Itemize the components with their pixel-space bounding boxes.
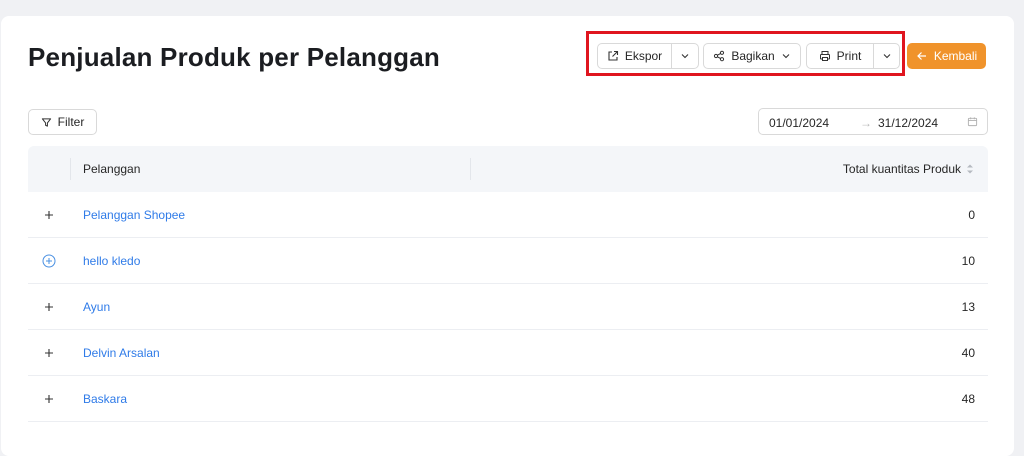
filter-button[interactable]: Filter <box>28 109 97 135</box>
highlight-annotation <box>586 31 905 76</box>
plus-icon[interactable] <box>42 392 56 406</box>
column-header-customer[interactable]: Pelanggan <box>83 162 140 176</box>
page-title: Penjualan Produk per Pelanggan <box>28 42 440 72</box>
customer-link[interactable]: hello kledo <box>83 254 140 268</box>
plus-icon[interactable] <box>42 300 56 314</box>
date-end-input[interactable]: 31/12/2024 <box>878 116 938 130</box>
table-row: Baskara 48 <box>28 376 988 422</box>
calendar-icon <box>967 116 978 130</box>
column-divider <box>470 158 471 180</box>
funnel-icon <box>41 117 52 128</box>
customer-link[interactable]: Pelanggan Shopee <box>83 208 185 222</box>
column-header-quantity[interactable]: Total kuantitas Produk <box>843 162 961 176</box>
table-row: Ayun 13 <box>28 284 988 330</box>
date-start-input[interactable]: 01/01/2024 <box>769 116 829 130</box>
date-range-picker[interactable]: 01/01/2024 → 31/12/2024 <box>758 108 988 135</box>
customer-link[interactable]: Ayun <box>83 300 110 314</box>
quantity-value: 40 <box>961 346 975 360</box>
back-button[interactable]: Kembali <box>907 43 986 69</box>
customer-link[interactable]: Delvin Arsalan <box>83 346 160 360</box>
quantity-value: 48 <box>961 392 975 406</box>
sort-icon[interactable] <box>966 162 974 180</box>
back-label: Kembali <box>933 49 978 63</box>
table-row: Pelanggan Shopee 0 <box>28 192 988 238</box>
date-range-separator: → <box>860 116 872 130</box>
arrow-left-icon <box>916 50 928 62</box>
filter-label: Filter <box>57 115 85 129</box>
quantity-value: 13 <box>961 300 975 314</box>
quantity-value: 0 <box>968 208 975 222</box>
table-row: Delvin Arsalan 40 <box>28 330 988 376</box>
plus-icon[interactable] <box>42 346 56 360</box>
table-header: Pelanggan Total kuantitas Produk <box>28 146 988 192</box>
column-divider <box>70 158 71 180</box>
plus-icon[interactable] <box>42 208 56 222</box>
plus-circle-icon[interactable] <box>42 254 56 268</box>
table-row: hello kledo 10 <box>28 238 988 284</box>
quantity-value: 10 <box>961 254 975 268</box>
customer-link[interactable]: Baskara <box>83 392 127 406</box>
